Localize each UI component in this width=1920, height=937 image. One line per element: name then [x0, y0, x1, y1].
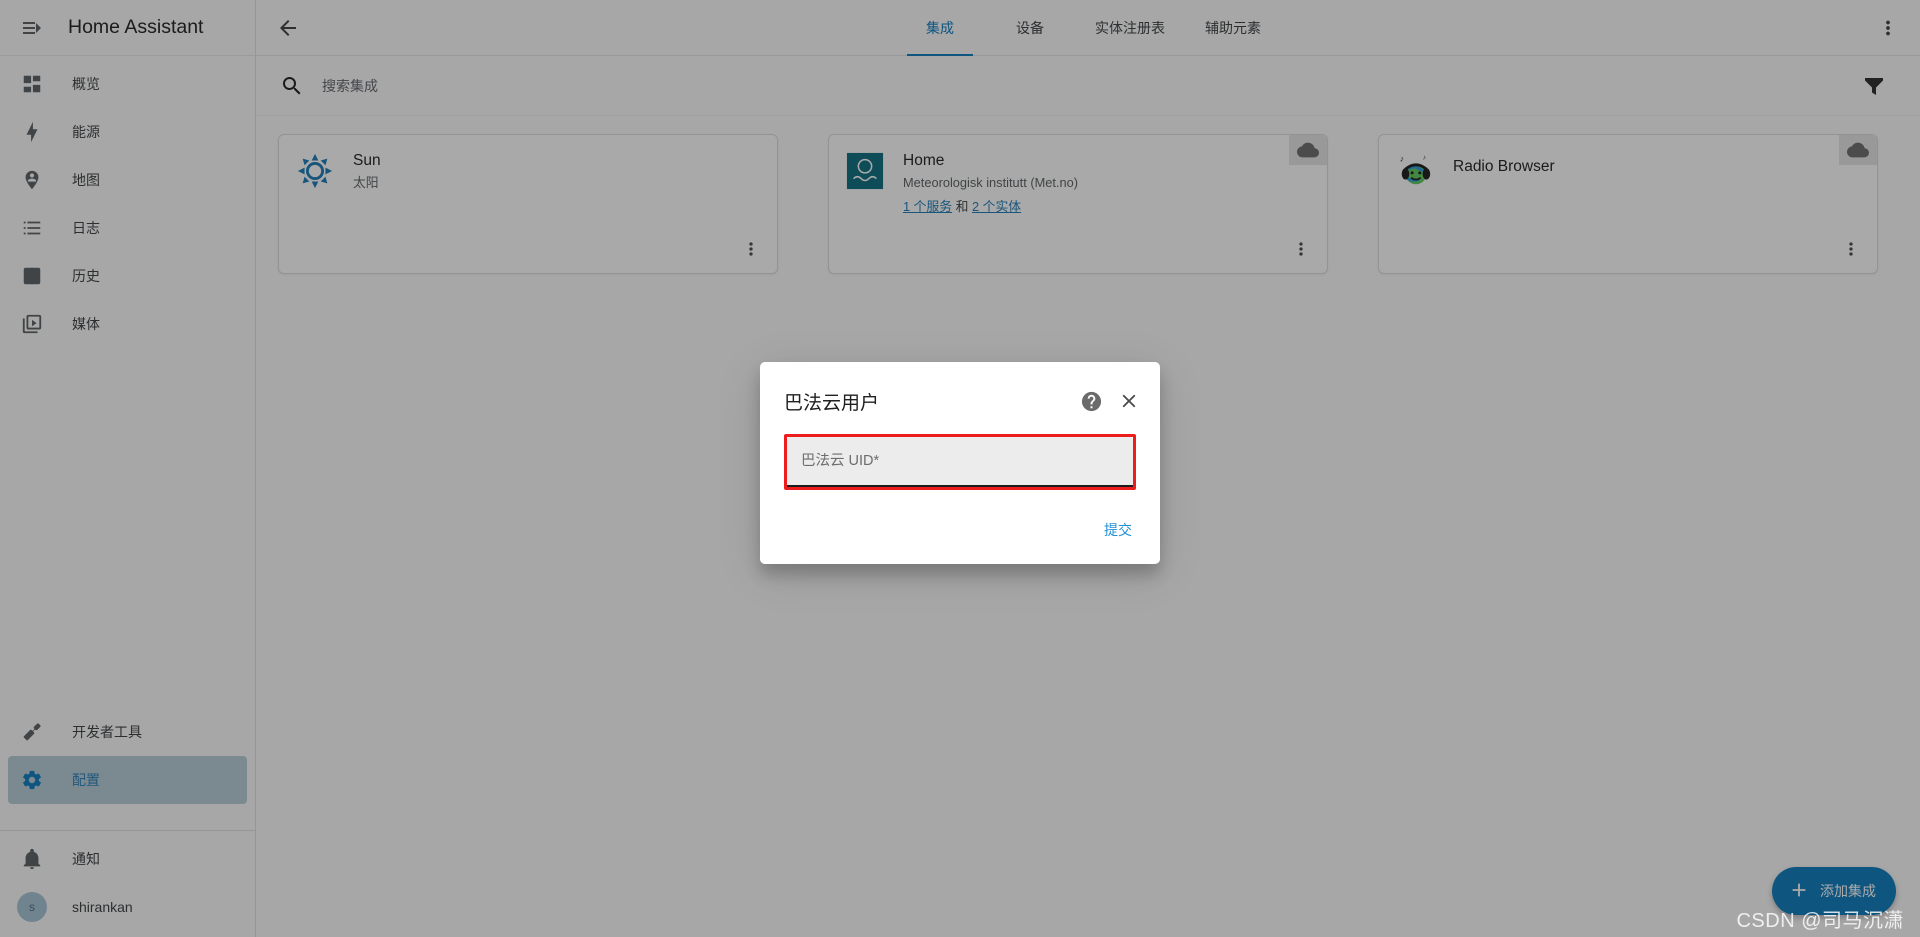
bemfa-user-dialog: 巴法云用户 提交 — [760, 362, 1160, 564]
close-icon[interactable] — [1110, 382, 1148, 420]
submit-button[interactable]: 提交 — [1092, 512, 1144, 548]
bemfa-uid-input[interactable] — [801, 453, 1119, 469]
dialog-title: 巴法云用户 — [784, 392, 880, 414]
app-root: Home Assistant 概览 能源 地图 日志 历史 媒体 开发者工具 配… — [0, 0, 1920, 937]
dialog-actions: 提交 — [760, 490, 1160, 564]
field-error-highlight — [784, 434, 1136, 490]
dialog-body — [760, 434, 1160, 490]
dialog-header: 巴法云用户 — [760, 362, 1160, 434]
help-circle-icon[interactable] — [1072, 382, 1110, 420]
bemfa-uid-field[interactable] — [787, 437, 1133, 487]
